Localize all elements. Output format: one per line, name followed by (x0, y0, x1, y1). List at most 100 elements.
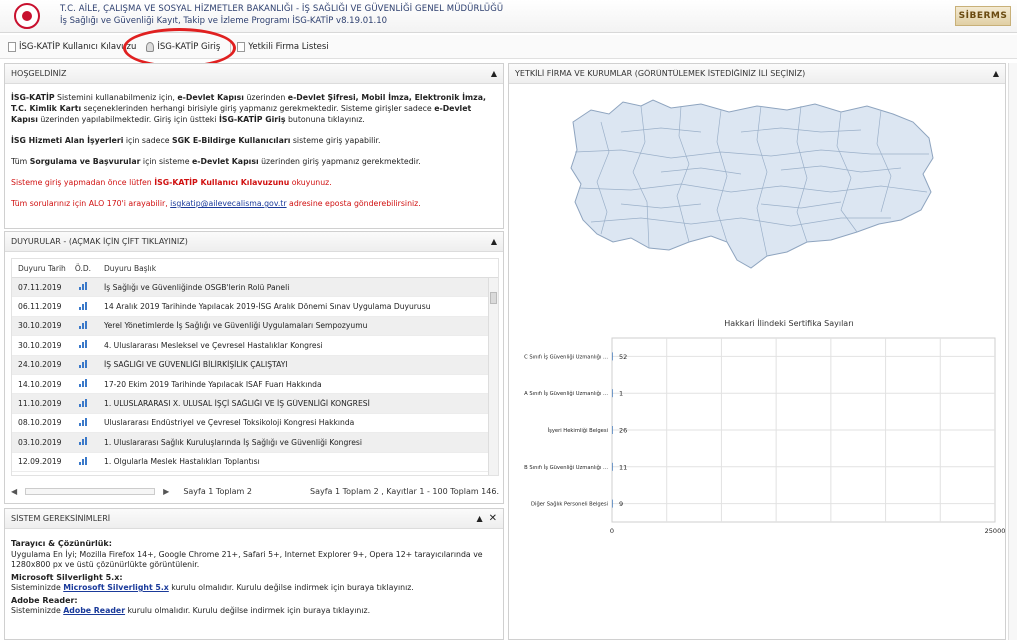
table-row[interactable]: 14.10.2019 17-20 Ekim 2019 Tarihinde Yapı… (12, 375, 498, 395)
chart-category-label: Diğer Sağlık Personeli Belgesi (531, 501, 608, 508)
row-attachment (68, 282, 98, 292)
browser-heading: Tarayıcı & Çözünürlük: (11, 539, 112, 548)
silverlight-text: Sisteminizde Microsoft Silverlight 5.x k… (11, 583, 414, 592)
toolbar-separator (230, 40, 232, 53)
row-title: 1. Olgularla Meslek Hastalıkları Toplant… (104, 457, 260, 467)
row-date: 24.10.2019 (18, 360, 62, 370)
chart-category-label: C Sınıfı İş Güvenliği Uzmanlığı ... (524, 353, 608, 360)
row-attachment (68, 398, 98, 409)
column-header-od[interactable]: Ö.D. (68, 264, 98, 273)
scroll-right-icon[interactable]: ▶ (163, 487, 169, 496)
login-button[interactable]: İSG-KATİP Giriş (146, 41, 220, 52)
vertical-scrollbar[interactable] (488, 278, 498, 475)
firm-list-button[interactable]: Yetkili Firma Listesi (237, 41, 329, 52)
chart-bar (612, 352, 613, 361)
chart-bar (612, 462, 613, 471)
toolbar: İSG-KATİP Kullanıcı Kılavuzu İSG-KATİP G… (0, 35, 1017, 59)
table-row[interactable]: 03.10.2019 1. Uluslararası Sağlık Kuruluş… (12, 433, 498, 453)
chart-category-label: A Sınıfı İş Güvenliği Uzmanlığı ... (524, 390, 608, 397)
certificate-chart: C Sınıfı İş Güvenliği Uzmanlığı ... 52 A S… (524, 337, 1005, 535)
table-row[interactable]: 11.10.2019 1. ULUSLARARASI X. ULUSAL İŞÇİ… (12, 394, 498, 414)
column-header-date[interactable]: Duyuru Tarih (12, 264, 68, 273)
collapse-icon[interactable]: ▲ (476, 514, 482, 523)
announcements-panel-header: DUYURULAR - (AÇMAK İÇİN ÇİFT TIKLAYINIZ)… (5, 232, 503, 252)
row-date: 14.10.2019 (18, 379, 62, 389)
chart-data-label: 9 (619, 500, 623, 508)
chart-tick-label: 25000 (985, 527, 1005, 535)
bar-chart-icon (78, 301, 88, 310)
table-row[interactable]: 12.09.2019 1. Olgularla Meslek Hastalıkla… (12, 453, 498, 472)
welcome-paragraph-queries: Tüm Sorgulama ve Başvurular için sisteme… (11, 157, 421, 166)
bar-chart-icon (78, 417, 88, 426)
table-row[interactable]: 30.10.2019 4. Uluslararası Mesleksel ve Ç… (12, 336, 498, 356)
table-row[interactable]: 24.10.2019 İŞ SAĞLIĞI VE GÜVENLİĞİ BİLİRK… (12, 355, 498, 375)
contact-email-link[interactable]: isgkatip@ailevecalisma.gov.tr (170, 199, 286, 208)
chart-data-label: 1 (619, 390, 623, 398)
bar-chart-icon (78, 359, 88, 368)
welcome-paragraph-login: İSG-KATİP Sistemini kullanabilmeniz için… (11, 93, 486, 124)
collapse-icon[interactable]: ▲ (993, 69, 999, 78)
welcome-panel-header: HOŞGELDİNİZ ▲ (5, 64, 503, 84)
silverlight-link[interactable]: Microsoft Silverlight 5.x (63, 583, 169, 592)
table-row[interactable]: 07.11.2019 İş Sağlığı ve Güvenliğinde OSG… (12, 278, 498, 298)
scroll-left-icon[interactable]: ◀ (11, 487, 17, 496)
row-date: 30.10.2019 (18, 340, 62, 350)
reader-heading: Adobe Reader: (11, 595, 78, 605)
table-header: Duyuru Tarih Ö.D. Duyuru Başlık (12, 259, 498, 278)
table-row[interactable]: 30.10.2019 Yerel Yönetimlerde İş Sağlığı … (12, 316, 498, 337)
map-country-outline[interactable] (570, 99, 934, 269)
collapse-icon[interactable]: ▲ (491, 69, 497, 78)
row-attachment (68, 320, 98, 331)
adobe-reader-link[interactable]: Adobe Reader (63, 606, 125, 615)
close-icon[interactable]: ✕ (489, 513, 497, 524)
row-attachment (68, 456, 98, 467)
chart-data-label: 11 (619, 463, 627, 471)
column-header-title[interactable]: Duyuru Başlık (98, 264, 498, 273)
chart-tick-label: 0 (610, 527, 614, 535)
bar-chart-icon (78, 282, 88, 291)
chart-data-label: 52 (619, 353, 627, 361)
bar-chart-icon (78, 437, 88, 446)
bar-chart-icon (78, 456, 88, 465)
chart-category-label: B Sınıfı İş Güvenliği Uzmanlığı ... (524, 464, 608, 471)
row-attachment (68, 379, 98, 389)
pager-page-info: Sayfa 1 Toplam 2 (183, 486, 252, 496)
table-row[interactable]: 08.10.2019 Uluslararası Endüstriyel ve Çe… (12, 414, 498, 434)
guide-button[interactable]: İSG-KATİP Kullanıcı Kılavuzu (8, 41, 136, 52)
bar-chart-icon (78, 320, 88, 329)
row-attachment (68, 359, 98, 370)
welcome-panel: HOŞGELDİNİZ ▲ İSG-KATİP Sistemini kullan… (4, 63, 504, 229)
announcements-panel: DUYURULAR - (AÇMAK İÇİN ÇİFT TIKLAYINIZ)… (4, 231, 504, 504)
table-row[interactable]: 06.11.2019 14 Aralık 2019 Tarihinde Yapıl… (12, 297, 498, 317)
row-attachment (68, 437, 98, 447)
row-date: 08.10.2019 (18, 418, 62, 428)
page-scrollbar[interactable] (1008, 63, 1017, 640)
row-title: Uluslararası Endüstriyel ve Çevresel Tok… (104, 418, 355, 428)
row-title: 4. Uluslararası Mesleksel ve Çevresel Ha… (104, 340, 323, 350)
welcome-paragraph-contact: Tüm sorularınız için ALO 170'i arayabili… (11, 199, 421, 208)
bar-chart-icon (78, 379, 88, 388)
row-title: 1. Uluslararası Sağlık Kuruluşlarında İş… (104, 437, 362, 447)
pager-record-info: Sayfa 1 Toplam 2 , Kayıtlar 1 - 100 Topl… (310, 486, 499, 496)
collapse-icon[interactable]: ▲ (491, 237, 497, 246)
document-icon (237, 41, 246, 52)
row-title: 1. ULUSLARARASI X. ULUSAL İŞÇİ SAĞLIĞI V… (104, 399, 370, 409)
firms-panel: YETKİLİ FİRMA VE KURUMLAR (GÖRÜNTÜLEMEK … (508, 63, 1006, 640)
row-date: 07.11.2019 (18, 282, 62, 292)
chart-data-label: 26 (619, 427, 627, 435)
system-requirements-header: SİSTEM GEREKSİNİMLERİ ▲ ✕ (5, 509, 503, 529)
row-title: 17-20 Ekim 2019 Tarihinde Yapılacak ISAF… (104, 379, 322, 389)
app-header: T.C. AİLE, ÇALIŞMA VE SOSYAL HİZMETLER B… (0, 0, 1017, 33)
row-attachment (68, 417, 98, 428)
horizontal-scrollbar[interactable] (25, 487, 156, 495)
turkey-province-map[interactable] (561, 92, 941, 277)
scrollbar-thumb[interactable] (490, 292, 497, 304)
ministry-title: T.C. AİLE, ÇALIŞMA VE SOSYAL HİZMETLER B… (60, 4, 504, 14)
row-title: İş Sağlığı ve Güvenliğinde OSGB'lerin Ro… (104, 282, 290, 292)
pager: ◀ ▶ Sayfa 1 Toplam 2 Sayfa 1 Toplam 2 , … (11, 482, 499, 500)
row-title: İŞ SAĞLIĞI VE GÜVENLİĞİ BİLİRKİŞİLİK ÇAL… (104, 360, 288, 370)
system-requirements-panel: SİSTEM GEREKSİNİMLERİ ▲ ✕ Tarayıcı & Çöz… (4, 508, 504, 640)
row-date: 03.10.2019 (18, 437, 62, 447)
system-requirements-body: Tarayıcı & Çözünürlük: Uygulama En İyi; … (5, 529, 503, 625)
chart-category-label: İşyeri Hekimliği Belgesi (548, 427, 608, 434)
